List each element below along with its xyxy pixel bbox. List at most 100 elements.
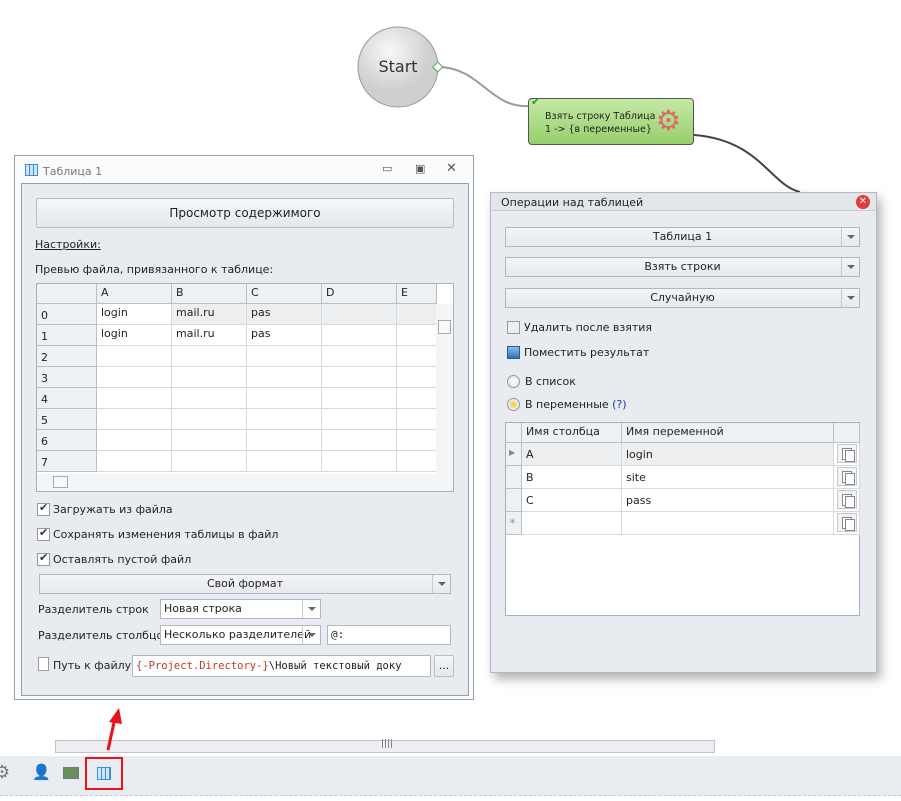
row-separator-dropdown[interactable]: Новая строка [160,599,321,619]
grid-cell[interactable] [397,367,437,388]
copy-icon[interactable] [837,490,857,509]
grid-cell[interactable] [522,512,622,535]
grid-cell[interactable]: mail.ru [172,325,247,346]
grid-cell[interactable] [322,409,397,430]
grid-cell[interactable] [97,430,172,451]
copy-column-header[interactable] [834,423,860,443]
action-node[interactable]: ✔ Взять строку Таблица 1 -> {в переменные… [528,95,694,145]
table-dropdown[interactable]: Таблица 1 [505,227,860,247]
row-header[interactable]: 1 [37,325,97,346]
grid-cell[interactable] [322,430,397,451]
load-from-file-checkbox[interactable] [37,501,50,516]
close-button[interactable]: ✕ [446,161,457,176]
copy-icon[interactable] [837,467,857,486]
separator-chars-input[interactable]: @: [327,625,451,645]
grid-cell[interactable] [397,346,437,367]
save-changes-checkbox[interactable] [37,526,50,541]
help-link[interactable]: (?) [612,398,626,411]
row-header[interactable]: 2 [37,346,97,367]
action-dropdown[interactable]: Взять строки [505,257,860,277]
row-header[interactable]: 0 [37,304,97,325]
copy-cell[interactable] [834,512,860,535]
horizontal-scrollbar[interactable] [37,474,453,491]
grid-cell[interactable] [97,451,172,472]
preview-grid[interactable]: 7 6 5 4 3 2 pas mail.ru login 1 pas mail.ru login 0 A… [36,283,454,492]
grid-cell[interactable] [172,430,247,451]
column-header[interactable]: C [247,284,322,304]
format-dropdown[interactable]: Свой формат [39,574,451,594]
mode-dropdown[interactable]: Случайную [505,288,860,308]
row-indicator[interactable] [506,466,522,489]
settings-link[interactable]: Настройки: [35,238,101,251]
to-vars-radio[interactable] [507,398,520,411]
delete-after-checkbox[interactable] [507,321,520,334]
grid-cell[interactable]: login [97,304,172,325]
grid-cell[interactable] [247,409,322,430]
grid-cell[interactable] [247,430,322,451]
grid-cell[interactable] [172,409,247,430]
row-header[interactable]: 6 [37,430,97,451]
grid-cell[interactable] [322,367,397,388]
grid-cell[interactable] [97,367,172,388]
column-header[interactable]: D [322,284,397,304]
grid-cell[interactable] [97,346,172,367]
restore-button[interactable]: ▣ [415,162,425,175]
close-icon[interactable]: ✕ [856,195,870,209]
row-indicator[interactable]: ▶ [506,443,522,466]
grid-cell[interactable]: pass [622,489,834,512]
canvas-horizontal-scrollbar[interactable]: |||| [55,739,715,753]
row-indicator[interactable] [506,489,522,512]
column-separator-dropdown[interactable]: Несколько разделителей [160,625,321,645]
start-node[interactable]: Start [358,27,438,107]
grid-cell[interactable] [397,325,437,346]
grid-cell[interactable] [622,512,834,535]
row-header[interactable]: 7 [37,451,97,472]
row-header[interactable]: 5 [37,409,97,430]
grid-cell[interactable]: pas [247,304,322,325]
vertical-scrollbar[interactable] [436,304,453,476]
grid-cell[interactable]: login [622,443,834,466]
grid-cell[interactable] [97,409,172,430]
grid-cell[interactable] [397,388,437,409]
user-icon[interactable]: 👤 [32,763,51,781]
copy-icon[interactable] [837,513,857,532]
grid-cell[interactable] [172,346,247,367]
grid-cell[interactable] [322,451,397,472]
minimize-button[interactable]: ▭ [382,162,392,175]
grid-cell[interactable] [172,388,247,409]
grid-cell[interactable] [247,346,322,367]
grid-cell[interactable]: A [522,443,622,466]
browse-button[interactable]: ... [434,655,454,677]
copy-cell[interactable] [834,443,860,466]
grid-cell[interactable] [322,304,397,325]
grid-cell[interactable] [247,451,322,472]
grid-cell[interactable]: C [522,489,622,512]
grid-cell[interactable] [397,451,437,472]
file-path-input[interactable]: {-Project.Directory-}\Новый текстовый до… [132,655,431,677]
image-icon[interactable] [63,767,79,779]
to-list-radio[interactable] [507,375,520,388]
grid-cell[interactable]: B [522,466,622,489]
grid-cell[interactable] [397,430,437,451]
grid-cell[interactable]: pas [247,325,322,346]
grid-cell[interactable] [172,451,247,472]
grid-cell[interactable] [397,304,437,325]
grid-cell[interactable] [397,409,437,430]
grid-cell[interactable]: site [622,466,834,489]
table-tool-button[interactable] [85,757,123,790]
grid-cell[interactable]: mail.ru [172,304,247,325]
gear-icon[interactable]: ⚙ [0,762,10,783]
column-header[interactable] [37,284,97,304]
copy-cell[interactable] [834,466,860,489]
variables-grid[interactable]: Имя столбца Имя переменной ▶ Alogin Bsite Cpa… [505,422,860,616]
column-header[interactable]: B [172,284,247,304]
column-header[interactable]: A [97,284,172,304]
grid-cell[interactable] [322,325,397,346]
copy-cell[interactable] [834,489,860,512]
column-header[interactable]: Имя столбца [522,423,622,443]
grid-cell[interactable]: login [97,325,172,346]
grid-cell[interactable] [247,388,322,409]
row-header[interactable]: 4 [37,388,97,409]
view-contents-button[interactable]: Просмотр содержимого [36,198,454,228]
row-indicator-header[interactable] [506,423,522,443]
